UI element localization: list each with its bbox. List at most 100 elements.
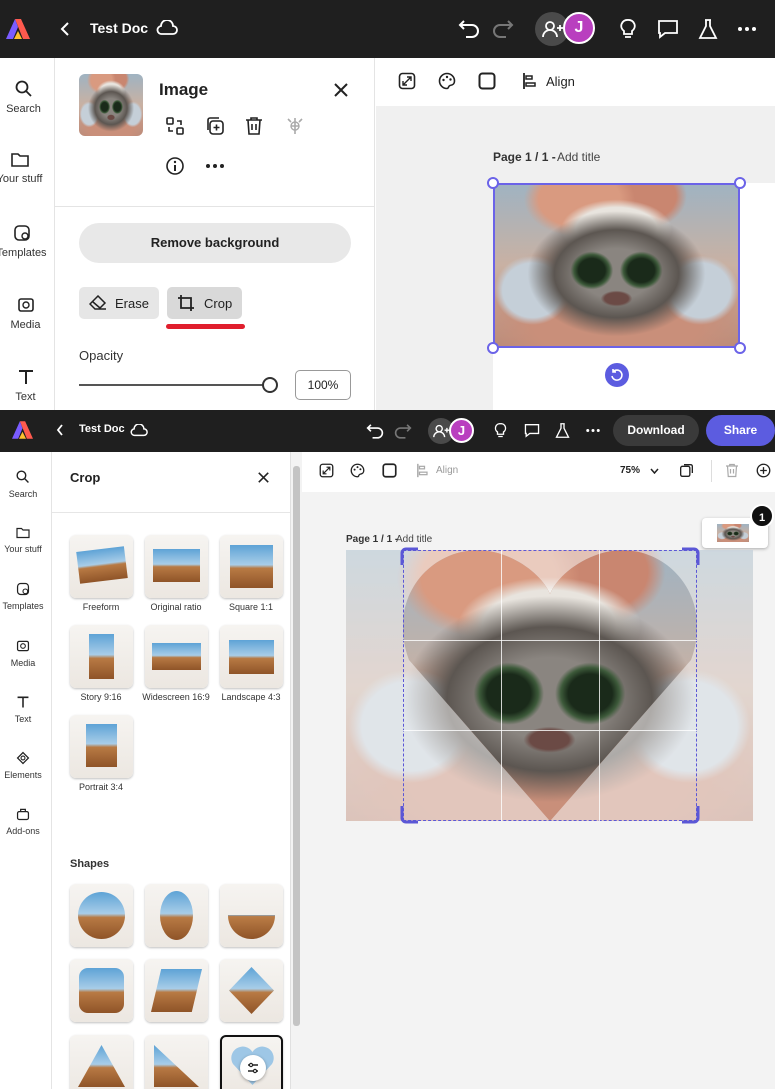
document-title[interactable]: Test Doc — [90, 20, 148, 36]
shape-diamond[interactable] — [220, 959, 283, 1022]
delete-icon[interactable] — [725, 463, 739, 478]
erase-button[interactable]: Erase — [79, 287, 159, 319]
undo-icon[interactable] — [366, 422, 384, 439]
resize-handle-bottom-right[interactable] — [734, 342, 746, 354]
align-label[interactable]: Align — [546, 74, 575, 89]
shape-heart-selected[interactable] — [220, 1035, 283, 1089]
resize-icon[interactable] — [398, 72, 416, 90]
lightbulb-icon[interactable] — [493, 422, 508, 439]
rail-item-templates[interactable]: Templates — [0, 224, 49, 259]
beaker-icon[interactable] — [698, 18, 718, 40]
back-chevron-icon[interactable] — [56, 424, 64, 436]
lightbulb-icon[interactable] — [618, 18, 638, 40]
rail-item-text[interactable]: Text — [0, 695, 46, 724]
crop-frame[interactable] — [403, 550, 697, 821]
more-options-icon[interactable] — [206, 164, 224, 168]
shape-circle[interactable] — [70, 884, 133, 947]
comment-icon[interactable] — [657, 19, 679, 39]
rail-item-search[interactable]: Search — [0, 470, 46, 499]
crop-option-freeform[interactable] — [70, 535, 133, 598]
comment-icon[interactable] — [524, 423, 540, 438]
divider — [55, 206, 375, 207]
shape-half-circle[interactable] — [220, 884, 283, 947]
delete-icon[interactable] — [245, 116, 263, 136]
download-button[interactable]: Download — [613, 415, 699, 446]
user-avatar[interactable]: J — [449, 418, 474, 443]
cloud-icon[interactable] — [156, 20, 178, 36]
rail-item-your-stuff[interactable]: Your stuff — [0, 527, 46, 554]
add-icon[interactable] — [756, 463, 771, 478]
rail-item-media[interactable]: Media — [0, 296, 53, 331]
crop-corner-top-right[interactable] — [680, 547, 700, 567]
opacity-slider-track[interactable] — [79, 384, 269, 386]
more-options-icon[interactable] — [738, 27, 756, 31]
toolbar-divider — [711, 460, 712, 482]
document-title[interactable]: Test Doc — [79, 423, 125, 435]
shape-right-triangle[interactable] — [145, 1035, 208, 1089]
redo-icon[interactable] — [492, 18, 514, 38]
crop-option-original-ratio[interactable] — [145, 535, 208, 598]
opacity-value-field[interactable]: 100% — [295, 370, 351, 400]
duplicate-icon[interactable] — [205, 116, 225, 136]
rail-item-templates[interactable]: Templates — [0, 582, 46, 611]
add-title-link[interactable]: Add title — [396, 534, 432, 545]
crop-option-portrait[interactable] — [70, 715, 133, 778]
shape-adjust-button[interactable] — [240, 1055, 266, 1081]
rail-item-elements[interactable]: Elements — [0, 751, 46, 780]
crop-corner-bottom-right[interactable] — [680, 804, 700, 824]
shape-rounded-square[interactable] — [70, 959, 133, 1022]
arrange-icon[interactable] — [285, 116, 305, 136]
border-icon[interactable] — [382, 463, 397, 478]
crop-button[interactable]: Crop — [167, 287, 242, 319]
palette-icon[interactable] — [350, 463, 365, 478]
shape-triangle[interactable] — [70, 1035, 133, 1089]
share-button[interactable]: Share — [706, 415, 775, 446]
undo-icon[interactable] — [458, 18, 480, 38]
adobe-express-logo-icon[interactable] — [6, 18, 30, 40]
canvas-area: Align 75% Page 1 / 1 - Add title 1 — [302, 452, 775, 1089]
info-icon[interactable] — [165, 156, 185, 176]
opacity-slider-thumb[interactable] — [262, 377, 278, 393]
rotate-handle[interactable] — [605, 363, 629, 387]
beaker-icon[interactable] — [555, 422, 570, 439]
zoom-level[interactable]: 75% — [620, 465, 640, 476]
rail-item-add-ons[interactable]: Add-ons — [0, 807, 46, 836]
resize-handle-bottom-left[interactable] — [487, 342, 499, 354]
redo-icon[interactable] — [394, 422, 412, 439]
user-avatar[interactable]: J — [563, 12, 595, 44]
scrollbar-thumb[interactable] — [293, 466, 300, 1026]
resize-icon[interactable] — [319, 463, 334, 478]
panel-scrollbar[interactable] — [290, 452, 302, 1089]
resize-handle-top-right[interactable] — [734, 177, 746, 189]
crop-option-square[interactable] — [220, 535, 283, 598]
back-chevron-icon[interactable] — [60, 22, 70, 36]
border-icon[interactable] — [478, 72, 496, 90]
align-icon[interactable] — [522, 72, 536, 90]
rail-item-media[interactable]: Media — [0, 639, 46, 668]
rail-item-your-stuff[interactable]: Your stuff — [0, 152, 47, 185]
cloud-icon[interactable] — [130, 424, 148, 437]
crop-corner-bottom-left[interactable] — [400, 804, 420, 824]
close-icon[interactable] — [334, 83, 348, 97]
crop-option-widescreen[interactable] — [145, 625, 208, 688]
crop-option-landscape[interactable] — [220, 625, 283, 688]
close-icon[interactable] — [258, 472, 269, 483]
align-icon[interactable] — [416, 463, 428, 478]
rail-item-text[interactable]: Text — [0, 368, 53, 403]
more-options-icon[interactable] — [586, 429, 600, 432]
add-title-link[interactable]: Add title — [557, 150, 600, 164]
palette-icon[interactable] — [438, 72, 456, 90]
shape-ellipse[interactable] — [145, 884, 208, 947]
adobe-express-logo-icon[interactable] — [12, 420, 33, 440]
replace-icon[interactable] — [165, 116, 185, 136]
pages-icon[interactable] — [679, 463, 694, 478]
chevron-down-icon[interactable] — [650, 468, 659, 474]
rail-item-search[interactable]: Search — [0, 80, 51, 115]
crop-option-story[interactable] — [70, 625, 133, 688]
resize-handle-top-left[interactable] — [487, 177, 499, 189]
crop-corner-top-left[interactable] — [400, 547, 420, 567]
divider — [52, 512, 290, 513]
shape-parallelogram[interactable] — [145, 959, 208, 1022]
remove-background-button[interactable]: Remove background — [79, 223, 351, 263]
align-label[interactable]: Align — [436, 465, 458, 476]
